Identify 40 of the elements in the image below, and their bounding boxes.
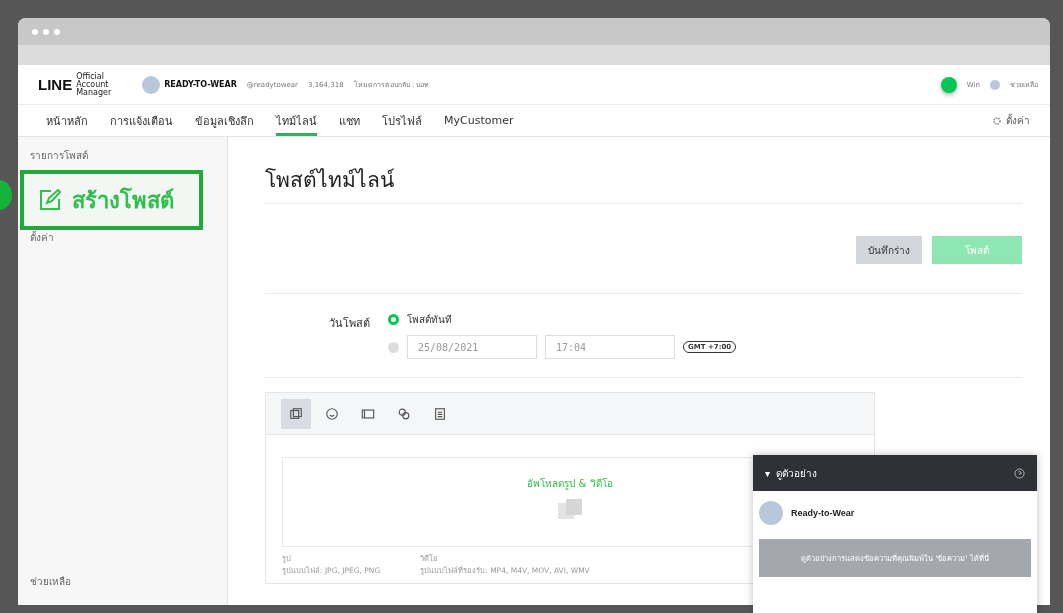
toolbar-button[interactable] [281,398,311,429]
radio-label: โพสต์ทันที [407,313,452,327]
page-title: โพสต์ไทม์ไลน์ [265,167,395,194]
clipboard-icon [433,406,447,421]
sidebar-item[interactable]: รายการโพสต์ [30,145,215,165]
field-label: วันโพสต์ [328,316,370,332]
image-icon [556,497,584,521]
logo-subtitle: Official Account Manager [76,72,113,97]
sidebar-help[interactable]: ช่วยเหลือ [30,571,215,591]
nav-tab[interactable]: ไทม์ไลน์ [276,105,317,136]
sidebar-item[interactable]: ตั้งค่า [30,227,215,247]
radio-button[interactable] [388,314,399,325]
settings-icon [992,115,1002,126]
photos-icon [289,406,303,421]
upload-label: อัพโหลดรูป & วิดีโอ [527,477,613,491]
window-dot[interactable] [43,28,49,35]
nav-tab[interactable]: หน้าหลัก [46,105,88,136]
edit-icon [38,188,62,212]
callout-marker [940,76,957,93]
link-icon [397,406,411,421]
nav-tab[interactable]: แชท [339,105,360,136]
nav-tab[interactable]: MyCustomer [444,105,514,136]
callout-text: สร้างโพสต์ [72,186,174,215]
profile-name: Ready-to-Wear [791,508,855,518]
save-draft-button[interactable]: บันทึกร่าง [856,236,922,264]
preview-title: ดูตัวอย่าง [776,466,818,481]
caret-icon[interactable]: ▾ [765,467,771,479]
nav-tab[interactable]: การแจ้งเตือน [110,105,173,136]
card-icon [361,406,375,421]
account-name[interactable]: READY-TO-WEAR [164,80,237,89]
radio-button[interactable] [388,341,399,353]
window-dot[interactable] [32,28,38,35]
nav-tab[interactable]: โปรไฟล์ [382,105,422,136]
profile-avatar [759,501,783,525]
window-dot[interactable] [54,28,60,35]
nav-tab[interactable]: ข้อมูลเชิงลึก [195,105,254,136]
account-avatar [142,75,161,94]
settings-button[interactable]: ตั้งค่า [992,105,1030,136]
logo[interactable]: LINE [38,76,73,93]
smiley-icon [325,406,339,421]
